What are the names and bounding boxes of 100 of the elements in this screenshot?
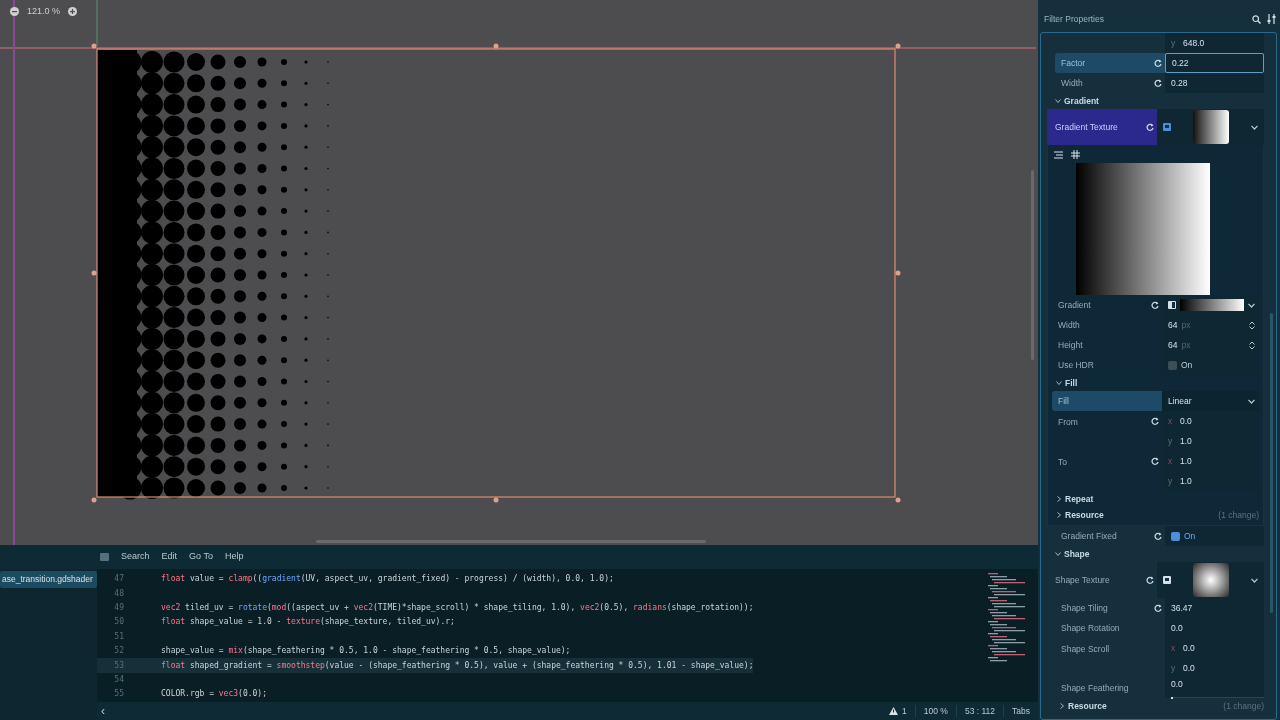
- spinner-icon[interactable]: [1249, 320, 1255, 330]
- field-value: 648.0: [1183, 36, 1205, 50]
- reset-icon[interactable]: [1146, 576, 1154, 584]
- zoom-out-icon[interactable]: [10, 7, 19, 17]
- property-label: Shape Tiling: [1060, 601, 1109, 615]
- reset-icon[interactable]: [1154, 79, 1162, 87]
- texture-icon: [1163, 123, 1171, 131]
- code-line: vec2 tiled_uv = rotate(mod((aspect_uv + vec2(TIME)*shape_scroll) * shape_tiling, 1.0), vec2(0.5), radians(shape_rotation));: [161, 601, 754, 614]
- scroll-left-button[interactable]: ‹: [97, 702, 105, 720]
- reset-icon[interactable]: [1151, 457, 1159, 465]
- code-line: COLOR.rgb = vec3(0.0);: [161, 688, 267, 701]
- file-item[interactable]: ase_transition.gdshader: [0, 571, 97, 588]
- line-number: 53: [113, 659, 124, 672]
- field-value: 64: [1168, 338, 1178, 352]
- line-number: 48: [113, 587, 124, 600]
- reset-icon[interactable]: [1154, 604, 1162, 612]
- section-header[interactable]: Resource: [1068, 699, 1107, 713]
- section-header[interactable]: Shape: [1064, 547, 1090, 561]
- code-line: float shape_value = 1.0 - texture(shape_texture, tiled_uv).r;: [161, 616, 455, 629]
- axis-label: y: [1171, 661, 1177, 675]
- resource-picker[interactable]: [1157, 562, 1264, 598]
- reset-icon[interactable]: [1154, 532, 1162, 540]
- line-number: 52: [113, 645, 124, 658]
- chevron-down-icon[interactable]: [1251, 577, 1258, 583]
- field-value: 0.0: [1180, 414, 1192, 428]
- unit-label: px: [1181, 338, 1191, 352]
- scrollbar[interactable]: [1270, 313, 1273, 613]
- reset-icon[interactable]: [1151, 417, 1159, 425]
- spinner-icon[interactable]: [1249, 340, 1255, 350]
- line-number: 50: [113, 616, 124, 629]
- property-label: Fill: [1057, 394, 1070, 408]
- line-number: 47: [113, 573, 124, 586]
- menu-item[interactable]: Help: [224, 550, 244, 564]
- property-label: Use HDR: [1057, 358, 1095, 372]
- number-field[interactable]: 36.47: [1165, 598, 1264, 618]
- vector-field[interactable]: y 1.0: [1162, 431, 1259, 451]
- number-field[interactable]: 0.28: [1165, 73, 1264, 93]
- slider-field[interactable]: 0.0: [1165, 678, 1264, 698]
- checkbox[interactable]: On: [1165, 526, 1264, 546]
- menu-item[interactable]: Edit: [161, 550, 178, 564]
- vector-field[interactable]: y 0.0: [1165, 658, 1264, 678]
- property-label: Factor: [1060, 56, 1087, 70]
- code-line: float shaped_gradient = smoothstep(value - (shape_feathering * 0.5), value + (shape_feathering * 0.5), 1.01 - shape_value);: [161, 659, 754, 672]
- vector-field[interactable]: x 0.0: [1162, 411, 1259, 431]
- chevron-down-icon[interactable]: [1248, 398, 1255, 404]
- filter-field[interactable]: Filter Properties: [1044, 12, 1246, 26]
- section-header[interactable]: Resource: [1065, 508, 1104, 522]
- chevron-down-icon[interactable]: [1251, 124, 1258, 130]
- chevron-down-icon[interactable]: [1248, 302, 1255, 308]
- vector-field[interactable]: y 1.0: [1162, 471, 1259, 491]
- align-icon[interactable]: [1054, 150, 1063, 159]
- slider-value: 0.0: [1171, 678, 1184, 691]
- section-header[interactable]: Gradient: [1064, 94, 1099, 108]
- menu-item[interactable]: Search: [121, 550, 150, 564]
- zoom-level: 121.0 %: [27, 5, 61, 18]
- section-header[interactable]: Repeat: [1065, 492, 1094, 506]
- checkbox[interactable]: On: [1162, 355, 1259, 375]
- field-value: 1.0: [1180, 454, 1192, 468]
- vector-field[interactable]: x 1.0: [1162, 451, 1259, 471]
- resource-picker[interactable]: [1157, 109, 1264, 145]
- code-line: shape_value = mix(shape_feathering * 0.5, 1.0 - shape_feathering * 0.5, shape_value);: [161, 645, 571, 658]
- gradient-bar: [1180, 299, 1244, 311]
- line-number: 54: [113, 673, 124, 686]
- selected-row-highlight[interactable]: Fill Linear: [1052, 391, 1259, 411]
- zoom-level[interactable]: 100 %: [914, 704, 956, 718]
- property-label: Width: [1060, 76, 1084, 90]
- spin-field[interactable]: 64 px: [1162, 335, 1259, 355]
- number-field[interactable]: 0.0: [1165, 618, 1264, 638]
- menu-item[interactable]: Go To: [189, 550, 213, 564]
- cursor-position: 53 : 112: [955, 704, 1004, 718]
- property-label: Shape Feathering: [1060, 681, 1130, 695]
- selected-row-highlight[interactable]: Gradient Texture: [1047, 109, 1264, 145]
- line-number: 51: [113, 630, 124, 643]
- change-count: (1 change): [1218, 508, 1259, 522]
- zoom-in-icon[interactable]: [68, 7, 78, 17]
- spin-field[interactable]: 64 px: [1162, 315, 1259, 335]
- property-label: Shape Rotation: [1060, 621, 1121, 635]
- dropdown[interactable]: Linear: [1162, 391, 1259, 411]
- property-label: Height: [1057, 338, 1084, 352]
- reset-icon[interactable]: [1146, 123, 1154, 131]
- field-value: 0.0: [1183, 641, 1195, 655]
- warning-count[interactable]: 1: [902, 704, 907, 718]
- vector-field[interactable]: x 0.0: [1165, 638, 1264, 658]
- field-value: 64: [1168, 318, 1178, 332]
- warning-icon[interactable]: [889, 707, 899, 715]
- filter-settings-icon[interactable]: [1267, 14, 1276, 24]
- selected-row-highlight[interactable]: Factor 0.22: [1055, 53, 1264, 73]
- number-field[interactable]: 0.22: [1165, 53, 1264, 73]
- gradient-picker[interactable]: [1162, 295, 1259, 315]
- unit-label: px: [1181, 318, 1191, 332]
- field-value: 0.0: [1183, 661, 1195, 675]
- search-icon[interactable]: [1252, 14, 1261, 24]
- property-label: Shape Texture: [1054, 573, 1111, 587]
- vector-field[interactable]: y 648.0: [1165, 33, 1264, 53]
- section-header[interactable]: Fill: [1065, 376, 1078, 390]
- property-label: Width: [1057, 318, 1081, 332]
- reset-icon[interactable]: [1151, 301, 1159, 309]
- grid-icon[interactable]: [1071, 150, 1080, 160]
- reset-icon[interactable]: [1154, 59, 1162, 67]
- line-number: 49: [113, 601, 124, 614]
